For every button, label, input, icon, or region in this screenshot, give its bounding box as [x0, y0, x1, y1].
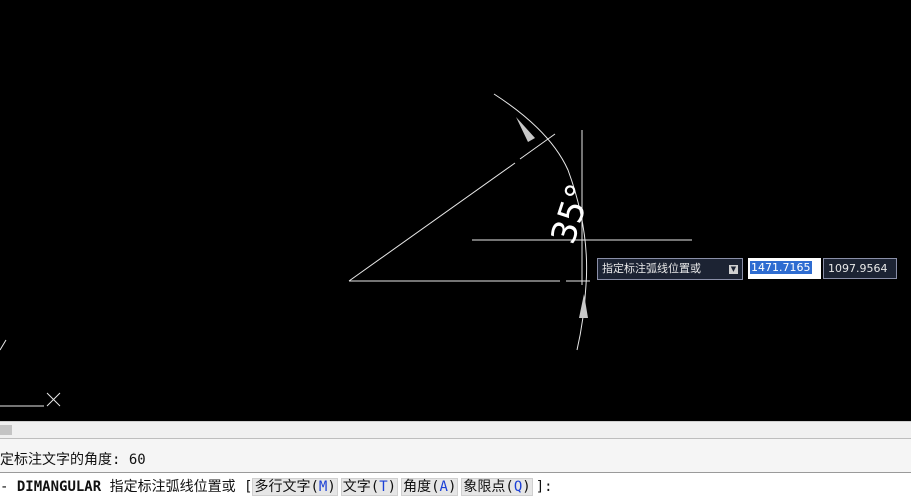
command-name: DIMANGULAR [16, 479, 102, 495]
dynamic-input-y-value[interactable]: 1097.9564 [828, 262, 888, 275]
option-angle-label: 角度 [403, 479, 432, 495]
command-prefix: - [0, 479, 9, 495]
options-bracket-close: ]: [535, 479, 553, 495]
drawing-area[interactable]: 35° [0, 0, 911, 421]
dynamic-input-y-field[interactable]: 1097.9564 [823, 258, 897, 279]
command-history: 定标注文字的角度: 60 [0, 438, 911, 472]
command-history-line: 定标注文字的角度: 60 [0, 452, 146, 468]
arrowhead-top [516, 117, 535, 142]
option-quadrant[interactable]: 象限点(Q) [461, 478, 533, 496]
drawing-canvas[interactable]: 35° 指定标注弧线位置或 ▼ 1471.7165 1097.9564 [0, 0, 911, 421]
option-text[interactable]: 文字(T) [340, 478, 399, 496]
arrow-down-icon[interactable]: ▼ [729, 265, 738, 274]
ucs-x-label-icon [46, 392, 61, 407]
option-angle-key: A [439, 479, 448, 495]
option-mtext[interactable]: 多行文字(M) [252, 478, 338, 496]
option-angle[interactable]: 角度(A) [401, 478, 459, 496]
option-mtext-key: M [318, 479, 328, 495]
ucs-y-axis-tick [0, 339, 7, 351]
horizontal-scrollbar[interactable] [0, 421, 911, 438]
angle-inclined-line[interactable] [348, 162, 516, 282]
dimension-text[interactable]: 35° [544, 179, 601, 249]
dynamic-input-x-field[interactable]: 1471.7165 [748, 258, 821, 279]
dynamic-input-prompt[interactable]: 指定标注弧线位置或 ▼ [597, 258, 743, 280]
extension-line-inclined [519, 133, 556, 160]
dynamic-input-prompt-text: 指定标注弧线位置或 [602, 262, 701, 275]
dynamic-input-x-value[interactable]: 1471.7165 [750, 261, 812, 274]
arrowhead-bottom [579, 294, 588, 318]
command-prompt: 指定标注弧线位置或 [109, 479, 236, 495]
scrollbar-thumb[interactable] [0, 425, 12, 435]
option-quadrant-label: 象限点 [463, 479, 506, 495]
command-line[interactable]: - DIMANGULAR 指定标注弧线位置或 [多行文字(M) 文字(T) 角度(A… [0, 472, 911, 499]
option-text-key: T [379, 479, 388, 495]
option-text-label: 文字 [342, 479, 371, 495]
option-quadrant-key: Q [513, 479, 523, 495]
option-mtext-label: 多行文字 [254, 479, 311, 495]
